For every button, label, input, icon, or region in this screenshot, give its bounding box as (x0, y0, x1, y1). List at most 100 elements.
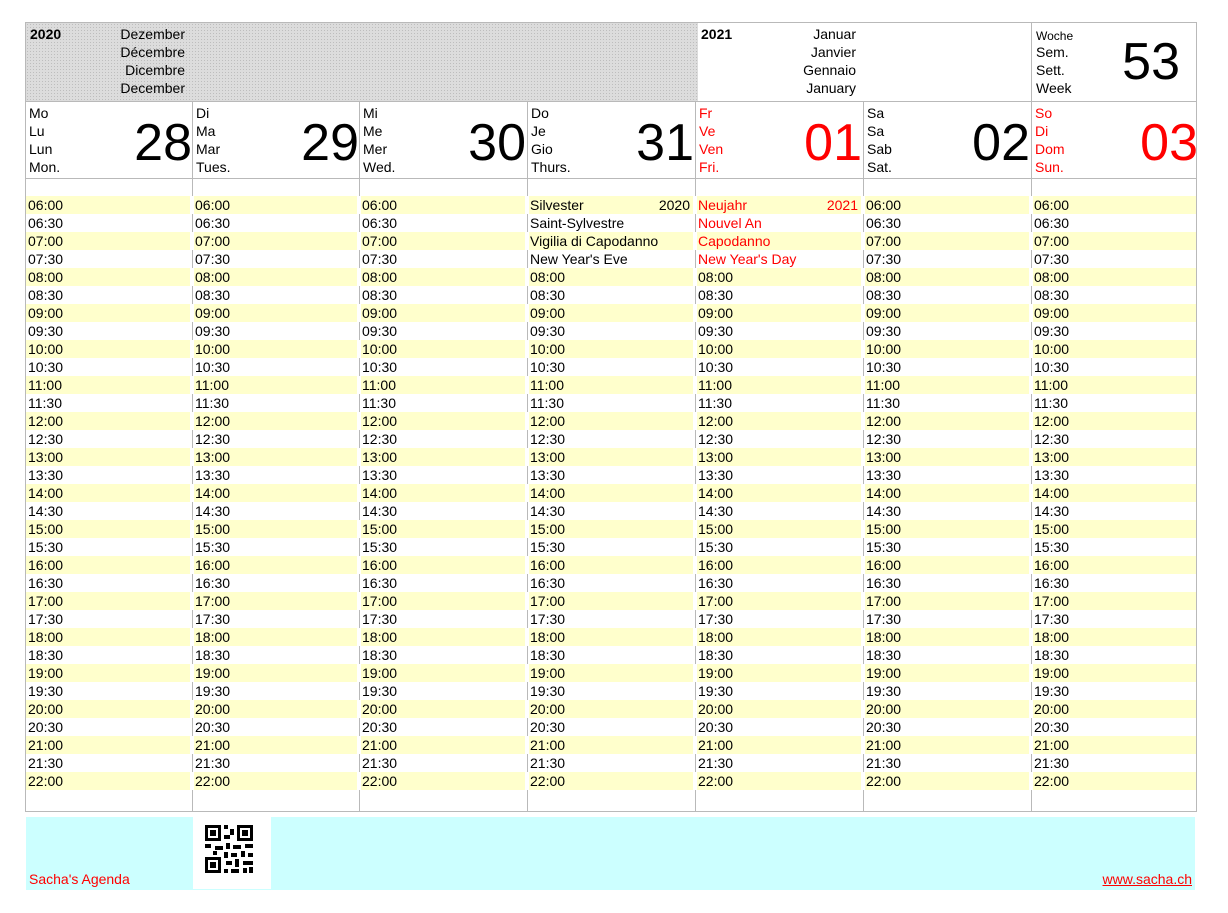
time-slot[interactable]: 13:30 (195, 466, 355, 484)
time-slot[interactable]: 07:00 (1034, 232, 1194, 250)
time-slot[interactable]: 08:30 (1034, 286, 1194, 304)
time-slot[interactable]: 14:00 (195, 484, 355, 502)
time-slot[interactable]: 09:00 (866, 304, 1026, 322)
time-slot[interactable]: 13:30 (866, 466, 1026, 484)
time-slot[interactable]: 08:30 (195, 286, 355, 304)
time-slot[interactable]: 15:00 (530, 520, 690, 538)
time-slot[interactable]: 11:30 (1034, 394, 1194, 412)
time-slot[interactable]: 09:30 (866, 322, 1026, 340)
time-slot[interactable]: 19:30 (530, 682, 690, 700)
time-slot[interactable]: 09:00 (698, 304, 858, 322)
time-slot[interactable]: 21:30 (195, 754, 355, 772)
time-slot[interactable]: 21:30 (698, 754, 858, 772)
time-slot[interactable]: 19:30 (28, 682, 188, 700)
time-slot[interactable]: 17:00 (1034, 592, 1194, 610)
time-slot[interactable]: 13:00 (1034, 448, 1194, 466)
time-slot[interactable]: 21:30 (866, 754, 1026, 772)
time-slot[interactable]: 10:30 (1034, 358, 1194, 376)
time-slot[interactable]: 08:30 (698, 286, 858, 304)
time-slot[interactable]: 16:30 (1034, 574, 1194, 592)
time-slot[interactable]: 12:00 (195, 412, 355, 430)
event-line[interactable]: New Year's Eve (530, 250, 690, 268)
time-slot[interactable]: 21:30 (28, 754, 188, 772)
time-slot[interactable]: 07:30 (866, 250, 1026, 268)
time-slot[interactable]: 12:00 (1034, 412, 1194, 430)
time-slot[interactable]: 17:30 (28, 610, 188, 628)
time-slot[interactable]: 18:00 (698, 628, 858, 646)
time-slot[interactable]: 22:00 (362, 772, 522, 790)
time-slot[interactable]: 08:00 (530, 268, 690, 286)
time-slot[interactable]: 06:00 (1034, 196, 1194, 214)
time-slot[interactable]: 17:00 (698, 592, 858, 610)
time-slot[interactable]: 21:30 (362, 754, 522, 772)
time-slot[interactable]: 13:00 (28, 448, 188, 466)
time-slot[interactable]: 15:30 (530, 538, 690, 556)
website-link[interactable]: www.sacha.ch (1103, 871, 1192, 887)
time-slot[interactable]: 21:30 (530, 754, 690, 772)
time-slot[interactable]: 14:00 (28, 484, 188, 502)
time-slot[interactable]: 13:00 (362, 448, 522, 466)
time-slot[interactable]: 20:00 (195, 700, 355, 718)
time-slot[interactable]: 11:30 (866, 394, 1026, 412)
time-slot[interactable]: 07:00 (28, 232, 188, 250)
time-slot[interactable]: 20:00 (530, 700, 690, 718)
time-slot[interactable]: 15:00 (698, 520, 858, 538)
time-slot[interactable]: 07:00 (195, 232, 355, 250)
time-slot[interactable]: 20:30 (362, 718, 522, 736)
time-slot[interactable]: 21:00 (530, 736, 690, 754)
time-slot[interactable]: 20:30 (1034, 718, 1194, 736)
time-slot[interactable]: 15:00 (866, 520, 1026, 538)
time-slot[interactable]: 19:00 (698, 664, 858, 682)
time-slot[interactable]: 16:00 (1034, 556, 1194, 574)
time-slot[interactable]: 10:30 (28, 358, 188, 376)
time-slot[interactable]: 12:30 (530, 430, 690, 448)
time-slot[interactable]: 16:30 (195, 574, 355, 592)
time-slot[interactable]: 15:30 (866, 538, 1026, 556)
time-slot[interactable]: 14:00 (530, 484, 690, 502)
time-slot[interactable]: 14:00 (1034, 484, 1194, 502)
time-slot[interactable]: 12:30 (698, 430, 858, 448)
time-slot[interactable]: 06:30 (362, 214, 522, 232)
time-slot[interactable]: 19:30 (362, 682, 522, 700)
time-slot[interactable]: 18:00 (195, 628, 355, 646)
time-slot[interactable]: 16:00 (530, 556, 690, 574)
time-slot[interactable]: 21:00 (28, 736, 188, 754)
time-slot[interactable]: 12:00 (362, 412, 522, 430)
time-slot[interactable]: 06:30 (1034, 214, 1194, 232)
time-slot[interactable]: 17:30 (195, 610, 355, 628)
time-slot[interactable]: 13:00 (530, 448, 690, 466)
time-slot[interactable]: 12:00 (866, 412, 1026, 430)
time-slot[interactable]: 09:00 (362, 304, 522, 322)
time-slot[interactable]: 17:00 (530, 592, 690, 610)
time-slot[interactable]: 14:00 (362, 484, 522, 502)
time-slot[interactable]: 19:30 (195, 682, 355, 700)
time-slot[interactable]: 17:30 (698, 610, 858, 628)
time-slot[interactable]: 20:30 (698, 718, 858, 736)
time-slot[interactable]: 18:30 (698, 646, 858, 664)
time-slot[interactable]: 20:30 (28, 718, 188, 736)
time-slot[interactable]: 09:30 (1034, 322, 1194, 340)
time-slot[interactable]: 08:30 (28, 286, 188, 304)
time-slot[interactable]: 19:00 (28, 664, 188, 682)
time-slot[interactable]: 15:30 (195, 538, 355, 556)
time-slot[interactable]: 14:30 (28, 502, 188, 520)
time-slot[interactable]: 17:00 (28, 592, 188, 610)
event-line[interactable]: Saint-Sylvestre (530, 214, 690, 232)
time-slot[interactable]: 06:30 (28, 214, 188, 232)
time-slot[interactable]: 11:00 (530, 376, 690, 394)
time-slot[interactable]: 19:00 (362, 664, 522, 682)
time-slot[interactable]: 18:00 (866, 628, 1026, 646)
time-slot[interactable]: 09:00 (1034, 304, 1194, 322)
time-slot[interactable]: 18:30 (1034, 646, 1194, 664)
time-slot[interactable]: 17:00 (866, 592, 1026, 610)
time-slot[interactable]: 22:00 (530, 772, 690, 790)
time-slot[interactable]: 19:30 (866, 682, 1026, 700)
time-slot[interactable]: 11:00 (362, 376, 522, 394)
time-slot[interactable]: 16:30 (698, 574, 858, 592)
time-slot[interactable]: 07:30 (195, 250, 355, 268)
time-slot[interactable]: 13:30 (530, 466, 690, 484)
time-slot[interactable]: 11:00 (28, 376, 188, 394)
time-slot[interactable]: 17:30 (866, 610, 1026, 628)
time-slot[interactable]: 08:00 (28, 268, 188, 286)
time-slot[interactable]: 21:00 (195, 736, 355, 754)
